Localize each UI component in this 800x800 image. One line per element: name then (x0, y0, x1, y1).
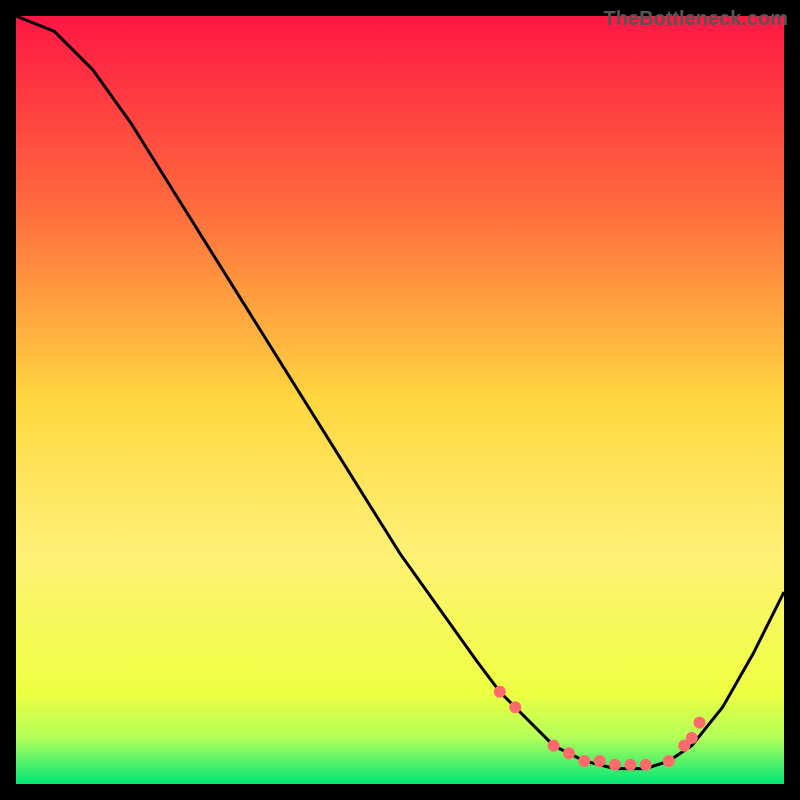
highlight-marker (624, 759, 636, 771)
highlight-marker (578, 755, 590, 767)
highlight-markers-group (494, 686, 706, 771)
chart-plot-area (16, 16, 784, 784)
highlight-marker (694, 717, 706, 729)
highlight-marker (494, 686, 506, 698)
highlight-marker (548, 740, 560, 752)
highlight-marker (663, 755, 675, 767)
watermark-text: TheBottleneck.com (604, 8, 788, 31)
highlight-marker (563, 747, 575, 759)
highlight-marker (594, 755, 606, 767)
bottleneck-curve-line (16, 16, 784, 769)
highlight-marker (509, 701, 521, 713)
highlight-marker (609, 759, 621, 771)
chart-svg (16, 16, 784, 784)
highlight-marker (686, 732, 698, 744)
highlight-marker (640, 759, 652, 771)
